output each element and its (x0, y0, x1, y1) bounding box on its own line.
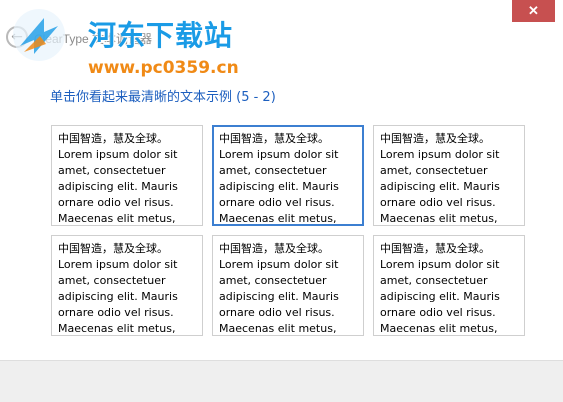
watermark-url: www.pc0359.cn (88, 58, 239, 78)
text-sample-1[interactable]: 中国智造，慧及全球。 Lorem ipsum dolor sit amet, c… (51, 125, 203, 226)
sample-latin-text: Lorem ipsum dolor sit amet, consectetuer… (219, 148, 339, 225)
sample-latin-text: Lorem ipsum dolor sit amet, consectetuer… (380, 258, 500, 335)
sample-chinese-text: 中国智造，慧及全球。 (219, 242, 329, 255)
sample-chinese-text: 中国智造，慧及全球。 (380, 242, 490, 255)
watermark-site-name: 河东下载站 (88, 19, 234, 52)
text-sample-6[interactable]: 中国智造，慧及全球。 Lorem ipsum dolor sit amet, c… (373, 235, 525, 336)
sample-chinese-text: 中国智造，慧及全球。 (58, 132, 168, 145)
sample-chinese-text: 中国智造，慧及全球。 (380, 132, 490, 145)
sample-latin-text: Lorem ipsum dolor sit amet, consectetuer… (58, 148, 178, 225)
title-bar: ✕ ← ClearType 文本调谐器 (0, 0, 563, 52)
text-sample-2[interactable]: 中国智造，慧及全球。 Lorem ipsum dolor sit amet, c… (212, 125, 364, 226)
sample-latin-text: Lorem ipsum dolor sit amet, consectetuer… (219, 258, 339, 335)
text-sample-3[interactable]: 中国智造，慧及全球。 Lorem ipsum dolor sit amet, c… (373, 125, 525, 226)
sample-latin-text: Lorem ipsum dolor sit amet, consectetuer… (380, 148, 500, 225)
text-sample-4[interactable]: 中国智造，慧及全球。 Lorem ipsum dolor sit amet, c… (51, 235, 203, 336)
sample-chinese-text: 中国智造，慧及全球。 (219, 132, 329, 145)
instruction-heading: 单击你看起来最清晰的文本示例 (5 - 2) (50, 90, 276, 105)
sample-chinese-text: 中国智造，慧及全球。 (58, 242, 168, 255)
footer-bar (0, 360, 563, 402)
sample-latin-text: Lorem ipsum dolor sit amet, consectetuer… (58, 258, 178, 335)
close-button[interactable]: ✕ (512, 0, 555, 22)
text-sample-5[interactable]: 中国智造，慧及全球。 Lorem ipsum dolor sit amet, c… (212, 235, 364, 336)
watermark-logo-icon (13, 9, 65, 61)
